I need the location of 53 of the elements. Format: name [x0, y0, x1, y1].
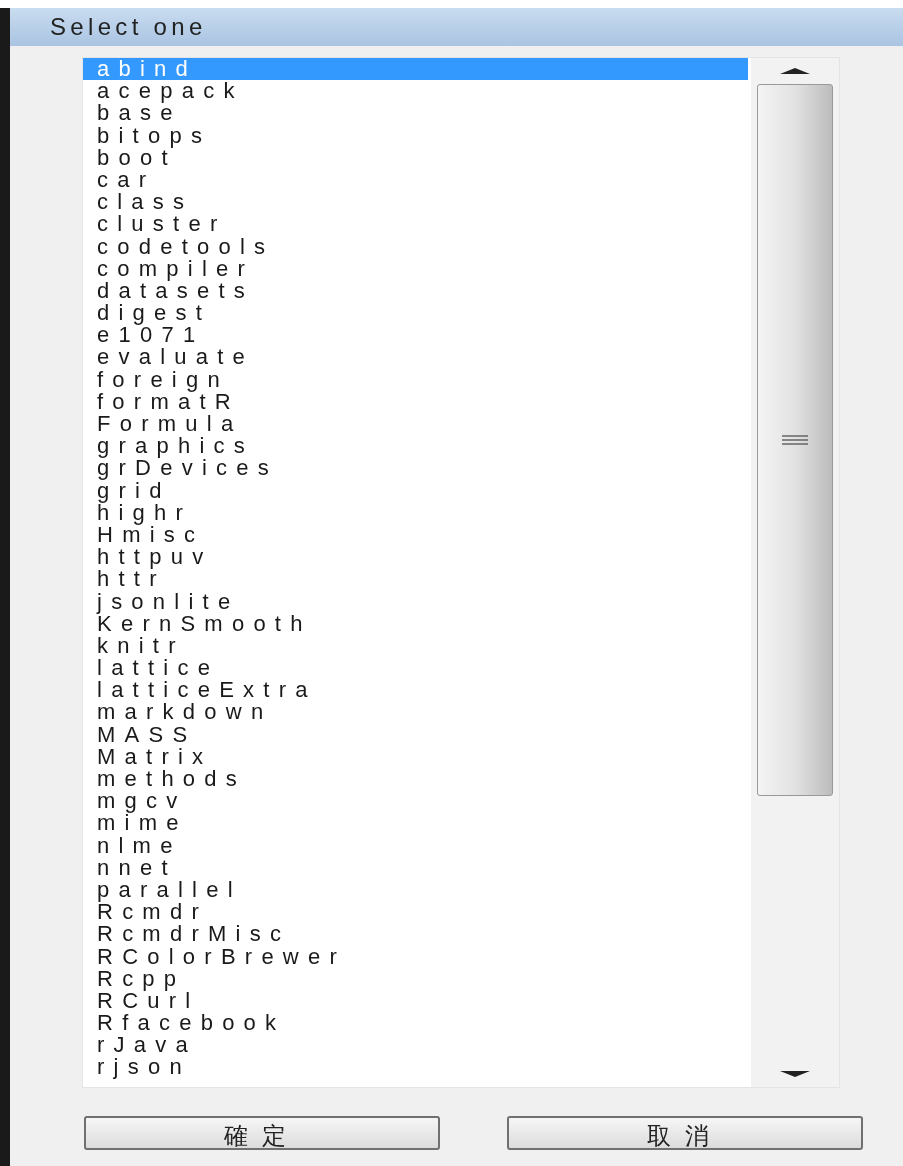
list-item[interactable]: grid: [83, 479, 748, 502]
list-item[interactable]: base: [83, 102, 748, 125]
list-item[interactable]: compiler: [83, 257, 748, 280]
list-item[interactable]: nnet: [83, 856, 748, 879]
list-item[interactable]: codetools: [83, 235, 748, 258]
list-item[interactable]: car: [83, 168, 748, 192]
list-item[interactable]: foreign: [83, 368, 748, 391]
list-item[interactable]: rjson: [83, 1056, 748, 1079]
list-item[interactable]: lattice: [83, 657, 748, 680]
list-item[interactable]: acepack: [83, 80, 748, 103]
list-item[interactable]: rJava: [83, 1034, 748, 1057]
scrollbar[interactable]: [751, 58, 839, 1087]
dialog-button[interactable]: 取消: [507, 1116, 863, 1150]
list-item[interactable]: formatR: [83, 390, 748, 413]
list-item[interactable]: Rcpp: [83, 967, 748, 990]
list-item[interactable]: grDevices: [83, 457, 748, 480]
list-item[interactable]: httpuv: [83, 546, 748, 569]
list-item[interactable]: mime: [83, 812, 748, 835]
list-item[interactable]: markdown: [83, 701, 748, 724]
list-item[interactable]: latticeExtra: [83, 679, 748, 702]
list-item[interactable]: httr: [83, 568, 748, 591]
list-item[interactable]: RCurl: [83, 989, 748, 1013]
list-item[interactable]: MASS: [83, 723, 748, 746]
list-item[interactable]: Hmisc: [83, 523, 748, 547]
list-item[interactable]: nlme: [83, 834, 748, 857]
list-item[interactable]: jsonlite: [83, 590, 748, 613]
window-title: Select one: [50, 12, 207, 42]
list-item[interactable]: graphics: [83, 435, 748, 458]
list-item[interactable]: highr: [83, 501, 748, 524]
list-item[interactable]: digest: [83, 302, 748, 325]
scrollbar-thumb[interactable]: [757, 84, 833, 796]
list-item[interactable]: mgcv: [83, 790, 748, 813]
list-item[interactable]: e1071: [83, 324, 748, 347]
list-item[interactable]: Rfacebook: [83, 1012, 748, 1035]
list-item[interactable]: datasets: [83, 279, 748, 303]
dialog-button[interactable]: 確定: [84, 1116, 440, 1150]
scroll-down-icon[interactable]: [780, 1069, 810, 1079]
list-item[interactable]: evaluate: [83, 346, 748, 369]
list-item[interactable]: methods: [83, 768, 748, 791]
list-item[interactable]: parallel: [83, 878, 748, 902]
list-item[interactable]: boot: [83, 146, 748, 169]
list-item[interactable]: Matrix: [83, 745, 748, 768]
list-item[interactable]: class: [83, 191, 748, 214]
list-item[interactable]: RColorBrewer: [83, 945, 748, 968]
list-item[interactable]: bitops: [83, 124, 748, 147]
scroll-up-icon[interactable]: [780, 66, 810, 76]
list-item[interactable]: cluster: [83, 213, 748, 236]
list-item[interactable]: Formula: [83, 413, 748, 436]
grip-icon: [782, 435, 808, 445]
list-item[interactable]: RcmdrMisc: [83, 923, 748, 946]
list-item[interactable]: KernSmooth: [83, 612, 748, 635]
list-item[interactable]: knitr: [83, 634, 748, 658]
list-item[interactable]: Rcmdr: [83, 901, 748, 924]
